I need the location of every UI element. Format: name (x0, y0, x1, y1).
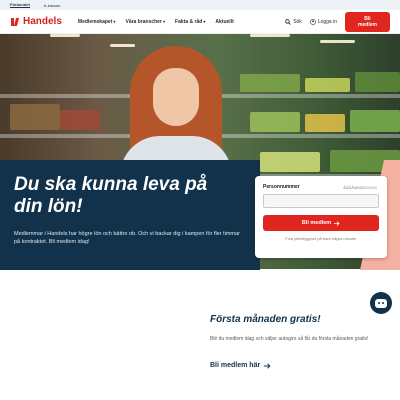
topbar-tab-a-kassan[interactable]: A-kassan (44, 3, 61, 8)
login-label: Logga in (317, 19, 337, 25)
hero-body: Medlemmar i Handels har högre lön och bä… (14, 231, 240, 245)
become-member-button[interactable]: Bli medlem (345, 12, 390, 32)
main-navigation: Handels Medlemskapet Våra branscher Fakt… (0, 10, 400, 34)
primary-menu: Medlemskapet Våra branscher Fakta & råd … (78, 19, 234, 25)
hero-text-panel: Du ska kunna leva på din lön! Medlemmar … (0, 160, 260, 270)
handels-logo-icon (10, 17, 20, 27)
search-icon (285, 19, 291, 25)
logo-text: Handels (23, 16, 62, 27)
signup-button-label: Bli medlem (301, 220, 332, 226)
promo-section: Första månaden gratis! Blir du medlem id… (0, 270, 400, 400)
user-icon (309, 19, 316, 25)
nav-actions: Sök Logga in Bli medlem (285, 10, 390, 34)
login-button[interactable]: Logga in (309, 19, 337, 25)
search-label: Sök (293, 19, 302, 25)
promo-body: Blir du medlem idag och väljer autogiro … (210, 336, 369, 342)
topbar-tab-forbundet[interactable]: Förbundet (10, 2, 30, 8)
signup-form: Personnummer ÅÅÅÅMMDDXXXX Bli medlem Fix… (255, 176, 387, 258)
promo-link-label: Bli medlem här (210, 362, 261, 369)
promo-title: Första månaden gratis! (210, 314, 321, 325)
menu-item-aktuellt[interactable]: Aktuellt (215, 19, 233, 25)
arrow-right-icon (334, 220, 340, 226)
signup-note: Fixa jobbtrygghet på bara några minuter (285, 236, 357, 241)
menu-item-vara-branscher[interactable]: Våra branscher (126, 19, 166, 25)
signup-submit-button[interactable]: Bli medlem (263, 215, 379, 231)
search-button[interactable]: Sök (285, 19, 302, 25)
robot-icon (375, 298, 387, 308)
menu-item-medlemskapet[interactable]: Medlemskapet (78, 19, 116, 25)
promo-link[interactable]: Bli medlem här (210, 362, 271, 369)
personnummer-input[interactable] (263, 194, 379, 208)
personnummer-format-hint: ÅÅÅÅMMDDXXXX (343, 185, 377, 190)
top-utility-bar: Förbundet A-kassan (0, 0, 400, 10)
menu-item-fakta-rad[interactable]: Fakta & råd (175, 19, 205, 25)
handels-logo[interactable]: Handels (10, 16, 62, 27)
arrow-right-icon (264, 362, 271, 369)
hero-headline: Du ska kunna leva på din lön! (14, 174, 208, 217)
chat-bot-button[interactable] (370, 292, 392, 314)
